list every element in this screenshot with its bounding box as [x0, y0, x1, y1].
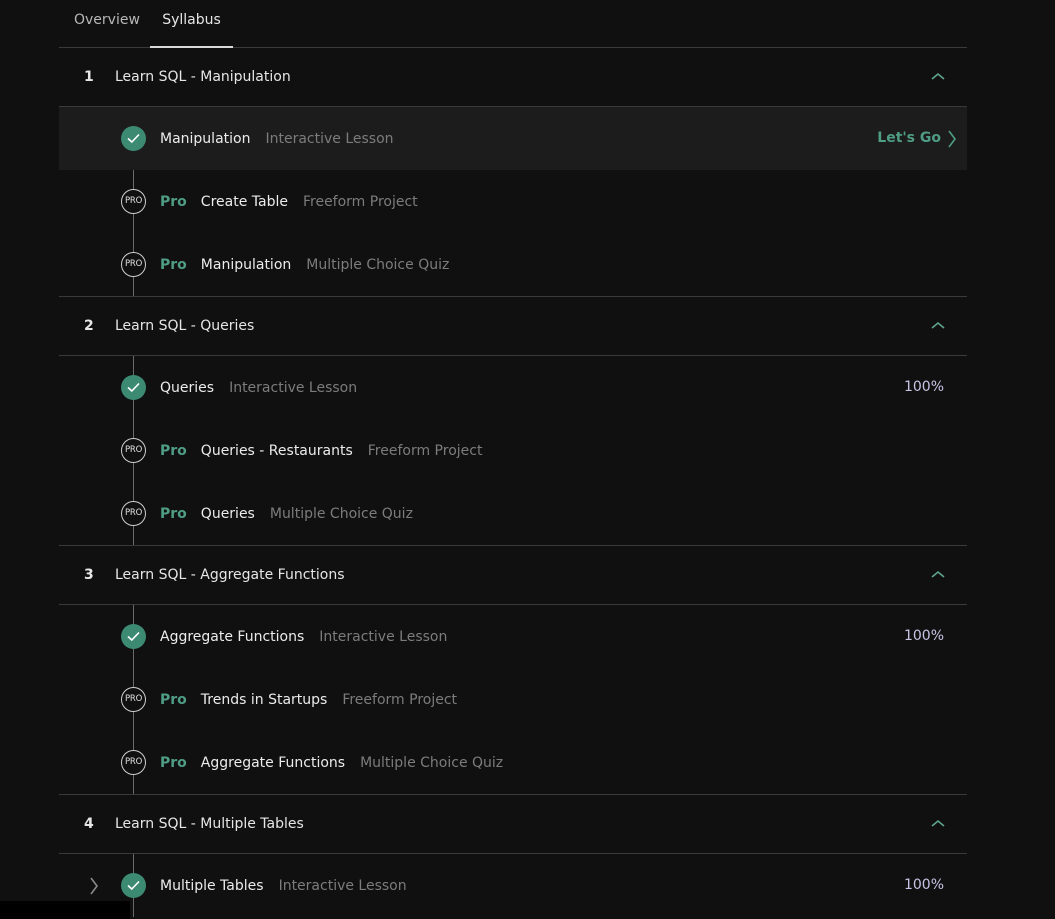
corner-overlay [0, 901, 130, 919]
module-number: 4 [84, 816, 94, 832]
chevron-up-icon[interactable] [929, 317, 947, 335]
item-name: Aggregate Functions [160, 628, 305, 645]
pro-tag: Pro [160, 442, 187, 459]
item-name: Queries - Restaurants [200, 442, 353, 459]
module-2: 2 Learn SQL - Queries Queries Interactiv… [59, 297, 967, 546]
check-icon [121, 375, 146, 400]
pro-badge-icon: PRO [121, 252, 146, 277]
module-header[interactable]: 1 Learn SQL - Manipulation [59, 48, 967, 107]
module-number: 1 [84, 69, 94, 85]
pro-badge-icon: PRO [121, 189, 146, 214]
item-name: Create Table [200, 193, 288, 210]
check-icon [121, 624, 146, 649]
item-type: Freeform Project [342, 691, 458, 708]
module-title: Learn SQL - Aggregate Functions [115, 567, 345, 583]
module-number: 2 [84, 318, 94, 334]
progress-percent: 100% [903, 628, 944, 644]
item-name: Aggregate Functions [200, 754, 346, 771]
tab-syllabus[interactable]: Syllabus [150, 0, 233, 48]
syllabus-container: Overview Syllabus 1 Learn SQL - Manipula… [59, 0, 967, 917]
item-type: Multiple Choice Quiz [360, 754, 504, 771]
item-name: Trends in Startups [200, 691, 328, 708]
progress-percent: 100% [903, 877, 944, 893]
chevron-up-icon[interactable] [929, 566, 947, 584]
pro-tag: Pro [160, 193, 187, 210]
module-title: Learn SQL - Manipulation [115, 69, 291, 85]
item-type: Multiple Choice Quiz [269, 505, 413, 522]
pro-badge-icon: PRO [121, 501, 146, 526]
lets-go-link[interactable]: Let's Go [877, 107, 957, 170]
list-item[interactable]: PRO Pro Queries - Restaurants Freeform P… [59, 419, 967, 482]
module-3: 3 Learn SQL - Aggregate Functions Aggreg… [59, 546, 967, 795]
pro-tag: Pro [160, 505, 187, 522]
item-name: Multiple Tables [160, 877, 264, 894]
tab-overview[interactable]: Overview [74, 0, 140, 47]
module-items: Queries Interactive Lesson 100% PRO Pro … [59, 356, 967, 546]
item-type: Interactive Lesson [229, 379, 358, 396]
module-title: Learn SQL - Multiple Tables [115, 816, 304, 832]
item-type: Freeform Project [367, 442, 483, 459]
lets-go-label: Let's Go [877, 130, 941, 146]
item-name: Manipulation [160, 130, 251, 147]
list-item[interactable]: PRO Pro Trends in Startups Freeform Proj… [59, 668, 967, 731]
item-name: Queries [200, 505, 255, 522]
item-type: Freeform Project [302, 193, 418, 210]
chevron-up-icon[interactable] [929, 815, 947, 833]
list-item[interactable]: PRO Pro Queries Multiple Choice Quiz [59, 482, 967, 545]
chevron-right-icon [948, 130, 956, 147]
list-item[interactable]: Manipulation Interactive Lesson Let's Go [59, 107, 967, 170]
chevron-right-icon[interactable] [89, 876, 99, 900]
item-type: Multiple Choice Quiz [306, 256, 450, 273]
pro-badge-icon: PRO [121, 438, 146, 463]
item-name: Manipulation [200, 256, 292, 273]
module-header[interactable]: 4 Learn SQL - Multiple Tables [59, 795, 967, 854]
pro-tag: Pro [160, 754, 187, 771]
item-name: Queries [160, 379, 215, 396]
module-items: Multiple Tables Interactive Lesson 100% [59, 854, 967, 917]
list-item[interactable]: Queries Interactive Lesson 100% [59, 356, 967, 419]
pro-tag: Pro [160, 691, 187, 708]
module-number: 3 [84, 567, 94, 583]
item-type: Interactive Lesson [265, 130, 394, 147]
module-title: Learn SQL - Queries [115, 318, 255, 334]
pro-tag: Pro [160, 256, 187, 273]
module-4: 4 Learn SQL - Multiple Tables Multiple T… [59, 795, 967, 917]
check-icon [121, 873, 146, 898]
module-items: Manipulation Interactive Lesson Let's Go… [59, 107, 967, 297]
check-icon [121, 126, 146, 151]
list-item[interactable]: PRO Pro Aggregate Functions Multiple Cho… [59, 731, 967, 794]
list-item[interactable]: Aggregate Functions Interactive Lesson 1… [59, 605, 967, 668]
module-items: Aggregate Functions Interactive Lesson 1… [59, 605, 967, 795]
list-item[interactable]: Multiple Tables Interactive Lesson 100% [59, 854, 967, 917]
pro-badge-icon: PRO [121, 687, 146, 712]
progress-percent: 100% [903, 379, 944, 395]
list-item[interactable]: PRO Pro Manipulation Multiple Choice Qui… [59, 233, 967, 296]
pro-badge-icon: PRO [121, 750, 146, 775]
tab-bar: Overview Syllabus [59, 0, 967, 48]
list-item[interactable]: PRO Pro Create Table Freeform Project [59, 170, 967, 233]
module-1: 1 Learn SQL - Manipulation Manipulation … [59, 48, 967, 297]
item-type: Interactive Lesson [278, 877, 407, 894]
chevron-up-icon[interactable] [929, 68, 947, 86]
item-type: Interactive Lesson [319, 628, 448, 645]
module-header[interactable]: 3 Learn SQL - Aggregate Functions [59, 546, 967, 605]
module-header[interactable]: 2 Learn SQL - Queries [59, 297, 967, 356]
